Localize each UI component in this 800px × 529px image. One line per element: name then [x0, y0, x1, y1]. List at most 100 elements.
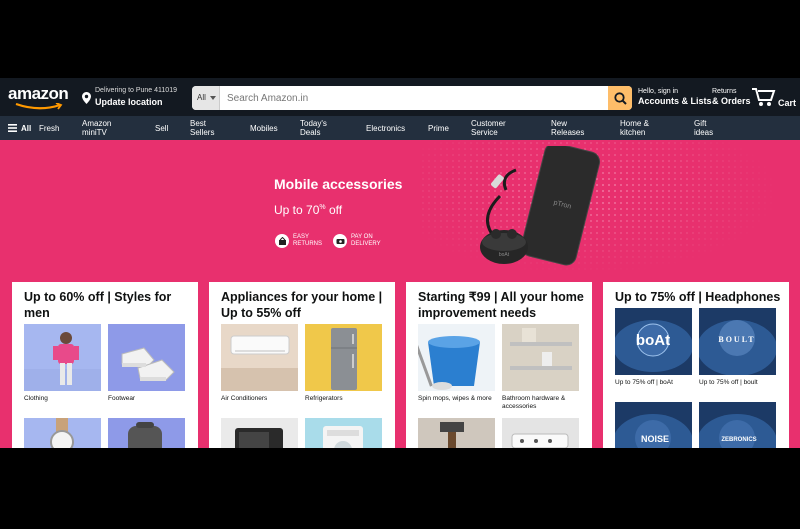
tile-microwave[interactable]: [221, 418, 298, 448]
hero-banner[interactable]: Mobile accessories Up to 70% off EASY RET…: [0, 140, 800, 448]
nav-item-fresh[interactable]: Fresh: [39, 116, 59, 140]
badge-line: EASY: [293, 234, 310, 240]
zebronics-logo-text: ZEBRONICS: [721, 437, 756, 443]
zebronics-brand-image: ZEBRONICS: [699, 402, 776, 448]
search-icon: [613, 91, 627, 105]
location-pin-icon: [82, 92, 91, 104]
footwear-image: [108, 324, 185, 391]
bathroom-shelf-image: [502, 324, 579, 391]
boat-brand-image: boAt: [615, 308, 692, 375]
nav-item-label-2: ideas: [694, 128, 714, 137]
amazon-home-page: amazon Delivering to Pune 411019 Update …: [0, 78, 800, 448]
tile-watch[interactable]: [24, 418, 101, 448]
tile-tools[interactable]: [418, 418, 495, 448]
nav-item-label: Today's: [300, 119, 327, 128]
nav-item-home-kitchen[interactable]: Home & kitchen: [620, 116, 649, 140]
tile-washing-machine[interactable]: [305, 418, 382, 448]
washing-machine-image: [305, 418, 382, 448]
badge-line: DELIVERY: [351, 241, 381, 247]
nav-item-label-2: Service: [471, 128, 498, 137]
air-conditioner-image: [221, 324, 298, 391]
tile-caption: Bathroom hardware & accessories: [502, 395, 566, 410]
tile-noise[interactable]: NOISE: [615, 402, 692, 448]
tile-boat[interactable]: boAt Up to 75% off | boAt: [615, 308, 692, 387]
card-headphones[interactable]: Up to 75% off | Headphones boAt Up to 75…: [603, 282, 789, 448]
nav-item-gift-ideas[interactable]: Gift ideas: [694, 116, 713, 140]
nav-all-menu[interactable]: All: [8, 116, 31, 140]
tile-bathroom-hardware[interactable]: Bathroom hardware & accessories: [502, 324, 579, 411]
watch-image: [24, 418, 101, 448]
search-button[interactable]: [608, 86, 632, 110]
nav-item-label: New: [551, 119, 568, 128]
cart-button[interactable]: Cart: [752, 87, 796, 112]
spin-mop-image: [418, 324, 495, 391]
refrigerator-image: [305, 324, 382, 391]
tile-caption: Air Conditioners: [221, 395, 268, 402]
nav-item-label: Electronics: [366, 123, 406, 133]
cart-icon: [752, 88, 776, 106]
nav-item-label-2: Releases: [551, 128, 585, 137]
update-location-text: Update location: [95, 97, 163, 107]
nav-item-prime[interactable]: Prime: [428, 116, 449, 140]
tile-air-conditioners[interactable]: Air Conditioners: [221, 324, 298, 403]
card-styles-for-men[interactable]: Up to 60% off | Styles for men Clothing …: [12, 282, 198, 448]
nav-item-label: Fresh: [39, 123, 60, 133]
nav-item-label-2: miniTV: [82, 128, 107, 137]
returns-orders-link[interactable]: Returns & Orders: [712, 88, 751, 106]
tile-boult[interactable]: BOULT Up to 75% off | boult: [699, 308, 776, 387]
nav-item-sell[interactable]: Sell: [155, 116, 168, 140]
nav-item-todays-deals[interactable]: Today's Deals: [300, 116, 327, 140]
tile-bags[interactable]: [108, 418, 185, 448]
tile-caption: Clothing: [24, 395, 48, 402]
nav-item-customer-service[interactable]: Customer Service: [471, 116, 506, 140]
card-title: Up to 60% off | Styles for men: [24, 290, 172, 320]
nav-item-label-2: kitchen: [620, 128, 646, 137]
search-input[interactable]: [220, 86, 608, 110]
logo-wordmark: amazon: [8, 84, 69, 103]
cart-label: Cart: [778, 98, 797, 108]
nav-item-label: Prime: [428, 123, 449, 133]
nav-item-label: Amazon: [82, 119, 112, 128]
bags-image: [108, 418, 185, 448]
account-lists-menu[interactable]: Hello, sign in Accounts & Lists: [638, 88, 712, 106]
amazon-logo[interactable]: amazon: [8, 84, 72, 110]
tile-caption: Up to 75% off | boAt: [615, 379, 673, 386]
nav-item-best-sellers[interactable]: Best Sellers: [190, 116, 214, 140]
card-home-improvement[interactable]: Starting ₹99 | All your home improvement…: [406, 282, 592, 448]
tile-spin-mops[interactable]: Spin mops, wipes & more: [418, 324, 495, 403]
easy-returns-badge: EASY RETURNS: [275, 232, 322, 250]
deliver-to-text: Delivering to Pune 411019: [95, 87, 177, 94]
nav-item-label: Gift: [694, 119, 707, 128]
tile-extension-board[interactable]: [502, 418, 579, 448]
hamburger-menu-icon: [8, 124, 17, 132]
nav-item-mobiles[interactable]: Mobiles: [250, 116, 278, 140]
nav-bar: All Fresh Amazon miniTV Sell Best Sellers …: [0, 116, 800, 140]
tile-footwear[interactable]: Footwear: [108, 324, 185, 403]
screen-frame: amazon Delivering to Pune 411019 Update …: [0, 0, 800, 529]
nav-item-electronics[interactable]: Electronics: [366, 116, 405, 140]
card-appliances[interactable]: Appliances for your home | Up to 55% off…: [209, 282, 395, 448]
badge-line: RETURNS: [293, 241, 323, 247]
earbuds-brand-text: boAt: [499, 252, 510, 258]
nav-item-label: Mobiles: [250, 123, 278, 133]
tile-caption: Up to 75% off | boult: [699, 379, 758, 386]
tile-caption: Refrigerators: [305, 395, 343, 402]
card-title: Starting ₹99 | All your home improvement…: [418, 290, 584, 320]
microwave-image: [221, 418, 298, 448]
nav-item-new-releases[interactable]: New Releases: [551, 116, 584, 140]
return-box-icon: [275, 234, 289, 248]
card-title: Appliances for your home | Up to 55% off: [221, 290, 383, 320]
clothing-image: [24, 324, 101, 391]
accounts-lists-label: Accounts & Lists: [638, 96, 712, 106]
offer-suffix: off: [325, 203, 343, 217]
nav-item-minitv[interactable]: Amazon miniTV: [82, 116, 111, 140]
tile-zebronics[interactable]: ZEBRONICS: [699, 402, 776, 448]
search-category-select[interactable]: All: [192, 86, 220, 110]
tile-clothing[interactable]: Clothing: [24, 324, 101, 403]
nav-item-label: Customer: [471, 119, 506, 128]
tile-refrigerators[interactable]: Refrigerators: [305, 324, 382, 403]
power-bank-image: pTron boAt: [480, 146, 601, 266]
tile-caption: Spin mops, wipes & more: [418, 395, 492, 402]
nav-item-label-2: Sellers: [190, 128, 215, 137]
extension-board-image: [502, 418, 579, 448]
